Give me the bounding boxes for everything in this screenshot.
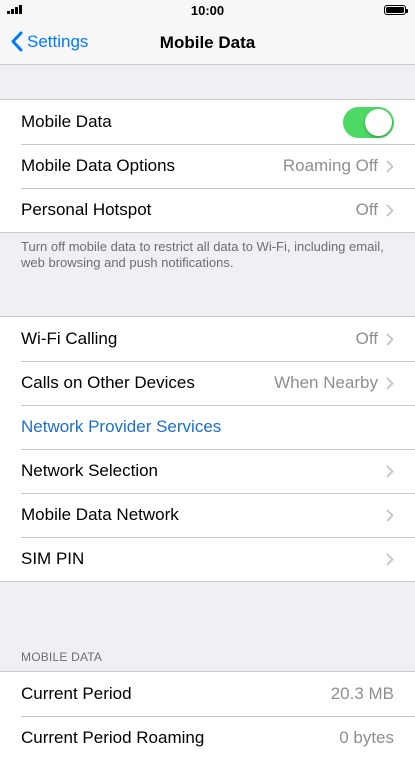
mobile-data-options-value: Roaming Off — [282, 156, 378, 175]
usage-group: Current Period 20.3 MB Current Period Ro… — [0, 671, 415, 760]
wifi-calling-row[interactable]: Wi-Fi Calling Off — [0, 317, 415, 361]
chevron-right-icon — [386, 465, 394, 477]
status-time: 10:00 — [190, 3, 225, 18]
network-provider-services-link[interactable]: Network Provider Services — [21, 417, 394, 437]
chevron-right-icon — [386, 333, 394, 345]
mobile-data-footer-note: Turn off mobile data to restrict all dat… — [21, 239, 384, 270]
personal-hotspot-row[interactable]: Personal Hotspot Off — [0, 188, 415, 232]
mobile-data-toggle[interactable] — [343, 106, 394, 138]
calls-other-devices-value: When Nearby — [274, 373, 378, 392]
status-bar: 10:00 — [0, 0, 415, 22]
calls-other-devices-label: Calls on Other Devices — [21, 373, 195, 392]
chevron-right-icon — [386, 204, 394, 216]
wifi-calling-value: Off — [355, 329, 378, 348]
chevron-right-icon — [386, 160, 394, 172]
wifi-calling-label: Wi-Fi Calling — [21, 329, 118, 348]
navigation-bar: Settings Mobile Data — [0, 22, 415, 65]
current-period-row: Current Period 20.3 MB — [0, 672, 415, 716]
sim-pin-label: SIM PIN — [21, 549, 85, 568]
chevron-right-icon — [386, 553, 394, 565]
toggle-knob — [365, 108, 392, 136]
current-period-roaming-row: Current Period Roaming 0 bytes — [0, 716, 415, 760]
personal-hotspot-label: Personal Hotspot — [21, 200, 152, 219]
mobile-data-group: Mobile Data Mobile Data Options Roaming … — [0, 99, 415, 233]
mobile-data-network-label: Mobile Data Network — [21, 505, 179, 524]
network-provider-services-row[interactable]: Network Provider Services — [0, 405, 415, 449]
calls-other-devices-row[interactable]: Calls on Other Devices When Nearby — [0, 361, 415, 405]
chevron-right-icon — [386, 377, 394, 389]
page-title: Mobile Data — [159, 33, 256, 52]
sim-pin-row[interactable]: SIM PIN — [0, 537, 415, 581]
network-selection-label: Network Selection — [21, 461, 159, 480]
current-period-roaming-label: Current Period Roaming — [21, 728, 205, 747]
personal-hotspot-value: Off — [355, 200, 378, 219]
mobile-data-section-header: MOBILE DATA — [21, 650, 103, 664]
battery-icon — [384, 5, 408, 15]
mobile-data-label: Mobile Data — [21, 112, 112, 131]
mobile-data-row: Mobile Data — [0, 100, 415, 144]
calling-network-group: Wi-Fi Calling Off Calls on Other Devices… — [0, 316, 415, 582]
current-period-value: 20.3 MB — [330, 684, 394, 703]
current-period-label: Current Period — [21, 684, 132, 703]
mobile-data-network-row[interactable]: Mobile Data Network — [0, 493, 415, 537]
current-period-roaming-value: 0 bytes — [339, 728, 394, 747]
mobile-data-options-row[interactable]: Mobile Data Options Roaming Off — [0, 144, 415, 188]
network-selection-row[interactable]: Network Selection — [0, 449, 415, 493]
chevron-right-icon — [386, 509, 394, 521]
mobile-data-options-label: Mobile Data Options — [21, 156, 176, 175]
